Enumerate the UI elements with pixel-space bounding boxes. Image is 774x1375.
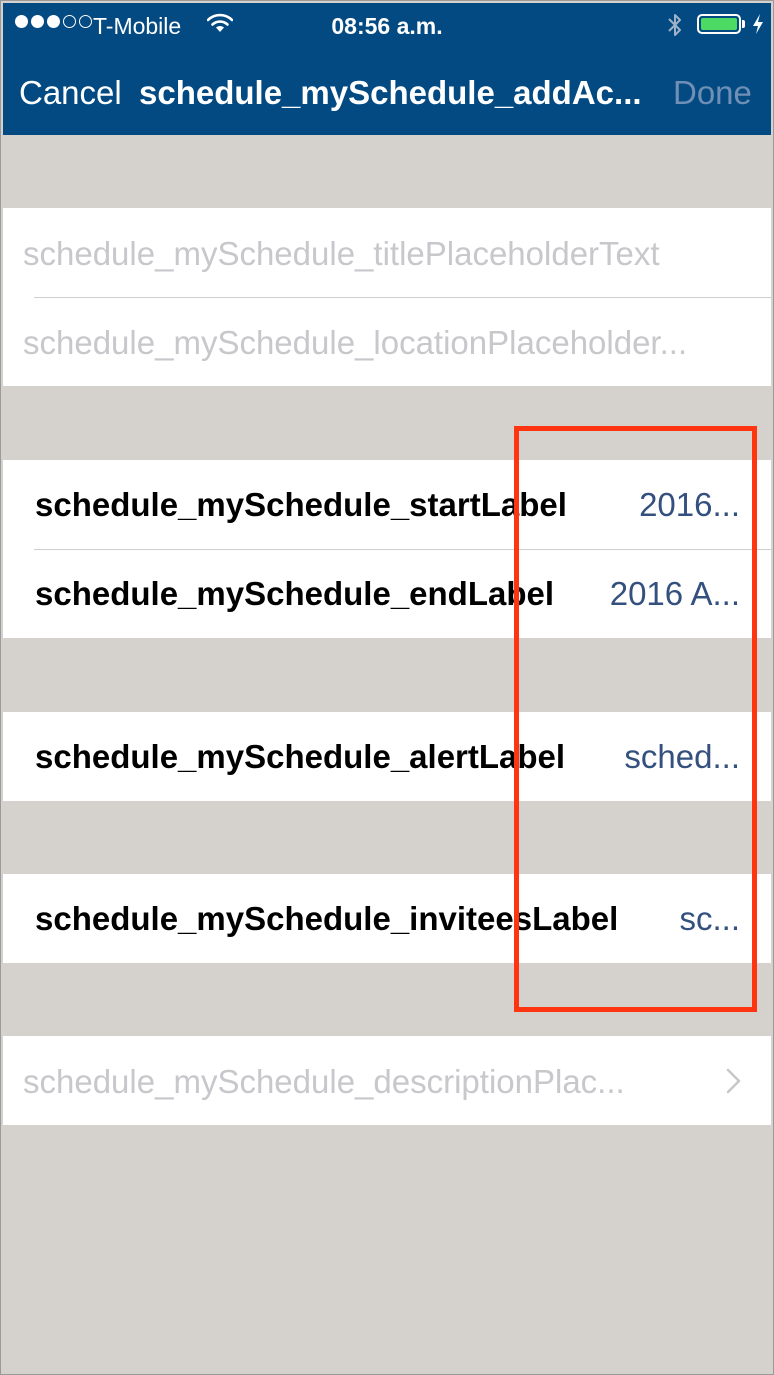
top-bar: T-Mobile 08:56 a.m. Cancel schedule_mySc…: [3, 3, 771, 135]
location-field[interactable]: schedule_mySchedule_locationPlaceholder.…: [23, 297, 741, 387]
end-value[interactable]: 2016 A...: [610, 549, 740, 638]
title-field[interactable]: schedule_mySchedule_titlePlaceholderText: [23, 208, 741, 298]
status-bar: T-Mobile 08:56 a.m.: [3, 3, 771, 47]
charging-icon: [753, 14, 763, 34]
invitees-group: schedule_mySchedule_inviteesLabel sc...: [3, 874, 771, 963]
battery-cap: [742, 20, 745, 28]
description-group: schedule_mySchedule_descriptionPlac...: [3, 1036, 771, 1125]
status-time: 08:56 a.m.: [331, 13, 443, 39]
screenshot-frame: T-Mobile 08:56 a.m. Cancel schedule_mySc…: [0, 0, 774, 1375]
end-label: schedule_mySchedule_endLabel: [35, 575, 555, 612]
cancel-button[interactable]: Cancel: [19, 73, 122, 113]
start-label: schedule_mySchedule_startLabel: [35, 486, 567, 523]
alert-group: schedule_mySchedule_alertLabel sched...: [3, 712, 771, 801]
navigation-bar: Cancel schedule_mySchedule_addAc... Done: [3, 47, 771, 135]
battery-level: [701, 18, 737, 30]
start-value[interactable]: 2016...: [639, 460, 740, 549]
invitees-label: schedule_mySchedule_inviteesLabel: [35, 900, 619, 937]
description-field[interactable]: schedule_mySchedule_descriptionPlac...: [23, 1036, 661, 1126]
alert-row[interactable]: schedule_mySchedule_alertLabel sched...: [3, 712, 771, 801]
alert-value[interactable]: sched...: [624, 712, 740, 801]
start-row[interactable]: schedule_mySchedule_startLabel 2016...: [3, 460, 771, 549]
end-row[interactable]: schedule_mySchedule_endLabel 2016 A...: [3, 549, 771, 638]
done-button[interactable]: Done: [673, 73, 752, 113]
invitees-row[interactable]: schedule_mySchedule_inviteesLabel sc...: [3, 874, 771, 963]
location-row[interactable]: schedule_mySchedule_locationPlaceholder.…: [3, 297, 771, 386]
date-group: schedule_mySchedule_startLabel 2016... s…: [3, 460, 771, 638]
description-row[interactable]: schedule_mySchedule_descriptionPlac...: [3, 1036, 771, 1125]
invitees-value[interactable]: sc...: [679, 874, 740, 963]
bluetooth-icon: [668, 14, 681, 36]
title-location-group: schedule_mySchedule_titlePlaceholderText…: [3, 208, 771, 386]
battery-icon: [697, 14, 741, 34]
alert-label: schedule_mySchedule_alertLabel: [35, 738, 566, 775]
page-title: schedule_mySchedule_addAc...: [139, 74, 642, 111]
chevron-right-icon: [726, 1068, 741, 1094]
title-row[interactable]: schedule_mySchedule_titlePlaceholderText: [3, 208, 771, 297]
